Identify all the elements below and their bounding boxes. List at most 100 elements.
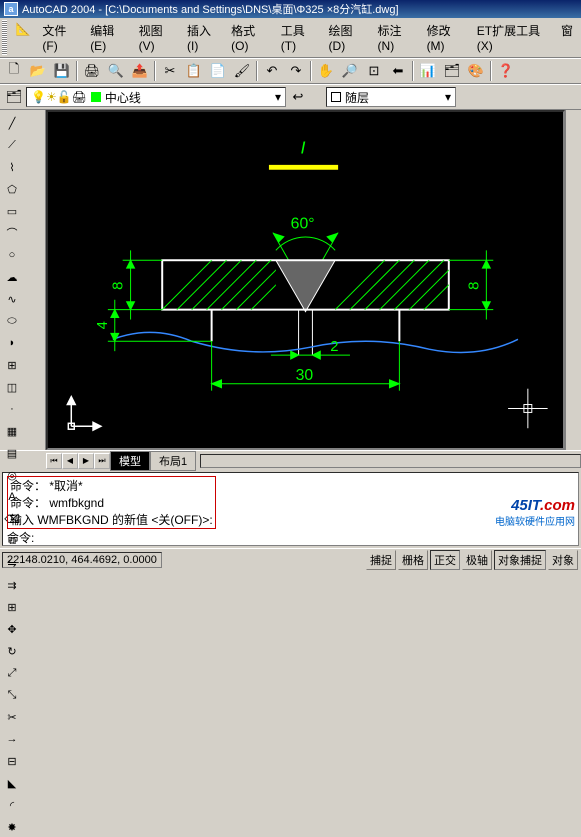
layer-prev-icon[interactable]: ↩ [287, 86, 309, 108]
stretch-icon[interactable]: ⤡ [2, 685, 22, 705]
dim-4: 4 [95, 321, 111, 329]
menu-window[interactable]: 窗 [555, 20, 579, 55]
lock-icon: 🔓 [57, 90, 72, 104]
fillet-icon[interactable]: ◜ [2, 795, 22, 815]
menu-file[interactable]: 文件(F) [36, 20, 84, 55]
zoom-prev-icon[interactable]: ⬅ [387, 60, 409, 82]
app-menu-icon[interactable]: 📐 [9, 20, 36, 55]
tab-layout1[interactable]: 布局1 [150, 451, 196, 471]
layer-dropdown[interactable]: 💡 ☀ 🔓 🖨 中心线 ▾ [26, 87, 286, 107]
sun-icon: ☀ [46, 90, 57, 104]
insert-icon[interactable]: ⊞ [2, 355, 22, 375]
chevron-down-icon[interactable]: ▾ [275, 90, 281, 104]
circle-icon[interactable]: ○ [2, 245, 22, 265]
line-icon[interactable]: ╱ [2, 113, 22, 133]
undo-icon[interactable]: ↶ [261, 60, 283, 82]
pline-icon[interactable]: ⌇ [2, 157, 22, 177]
rect-icon[interactable]: ▭ [2, 201, 22, 221]
arc-icon[interactable]: ⌒ [2, 223, 22, 243]
offset-icon[interactable]: ⇉ [2, 575, 22, 595]
redo-icon[interactable]: ↷ [285, 60, 307, 82]
status-bar: 22148.0210, 464.4692, 0.0000 捕捉 栅格 正交 极轴… [0, 548, 581, 570]
tab-prev-icon[interactable]: ◀ [62, 453, 78, 469]
zoom-win-icon[interactable]: ⊡ [363, 60, 385, 82]
ortho-toggle[interactable]: 正交 [430, 550, 460, 570]
drawing-area[interactable]: I 60° [46, 110, 565, 450]
gradient-icon[interactable]: ▤ [2, 443, 22, 463]
properties-icon[interactable]: 📊 [417, 60, 439, 82]
coordinates-display[interactable]: 22148.0210, 464.4692, 0.0000 [2, 552, 162, 568]
break-icon[interactable]: ⊟ [2, 751, 22, 771]
explode-icon[interactable]: ✸ [2, 817, 22, 837]
cmd-line-1: 命令： *取消* [10, 477, 213, 494]
horizontal-scrollbar[interactable] [200, 454, 581, 468]
menu-format[interactable]: 格式(O) [225, 20, 275, 55]
grid-toggle[interactable]: 栅格 [398, 550, 428, 570]
open-icon[interactable]: 📂 [27, 60, 49, 82]
match-icon[interactable]: 🖌 [231, 60, 253, 82]
ellipse-icon[interactable]: ⬭ [2, 311, 22, 331]
spline-icon[interactable]: ∿ [2, 289, 22, 309]
polygon-icon[interactable]: ⬠ [2, 179, 22, 199]
menu-tools[interactable]: 工具(T) [275, 20, 323, 55]
chamfer-icon[interactable]: ◣ [2, 773, 22, 793]
tab-layout1-label: 布局1 [159, 456, 187, 468]
separator [76, 61, 78, 81]
menu-insert[interactable]: 插入(I) [181, 20, 225, 55]
xline-icon[interactable]: ⟋ [2, 135, 22, 155]
save-icon[interactable]: 💾 [51, 60, 73, 82]
paste-icon[interactable]: 📄 [207, 60, 229, 82]
title-bar: a AutoCAD 2004 - [C:\Documents and Setti… [0, 0, 581, 18]
layer-mgr-icon[interactable]: 🗂 [3, 86, 25, 108]
menu-edit[interactable]: 编辑(E) [84, 20, 132, 55]
menu-dim[interactable]: 标注(N) [372, 20, 421, 55]
point-icon[interactable]: · [2, 399, 22, 419]
otrack-toggle[interactable]: 对象 [548, 550, 578, 570]
new-icon[interactable]: 🗋 [3, 60, 25, 82]
cut-icon[interactable]: ✂ [159, 60, 181, 82]
menu-view[interactable]: 视图(V) [133, 20, 181, 55]
tab-last-icon[interactable]: ⏭ [94, 453, 110, 469]
command-line[interactable]: 命令： *取消* 命令： wmfbkgnd 输入 WMFBKGND 的新值 <关… [2, 472, 579, 546]
rotate-icon[interactable]: ↻ [2, 641, 22, 661]
preview-icon[interactable]: 🔍 [105, 60, 127, 82]
print-icon[interactable]: 🖨 [81, 60, 103, 82]
zoom-rt-icon[interactable]: 🔎 [339, 60, 361, 82]
trim-icon[interactable]: ✂ [2, 707, 22, 727]
revcloud-icon[interactable]: ☁ [2, 267, 22, 287]
separator [412, 61, 414, 81]
menu-draw[interactable]: 绘图(D) [323, 20, 372, 55]
tab-model[interactable]: 模型 [110, 451, 150, 471]
toolpal-icon[interactable]: 🎨 [465, 60, 487, 82]
array-icon[interactable]: ⊞ [2, 597, 22, 617]
polar-toggle[interactable]: 极轴 [462, 550, 492, 570]
chevron-down-icon[interactable]: ▾ [445, 90, 451, 104]
publish-icon[interactable]: 📤 [129, 60, 151, 82]
color-swatch [331, 92, 341, 102]
move-icon[interactable]: ✥ [2, 619, 22, 639]
dcenter-icon[interactable]: 🗂 [441, 60, 463, 82]
extend-icon[interactable]: → [2, 729, 22, 749]
scale-icon[interactable]: ⤢ [2, 663, 22, 683]
section-label: I [301, 138, 306, 158]
hatch-icon[interactable]: ▦ [2, 421, 22, 441]
lightbulb-icon: 💡 [31, 90, 46, 104]
osnap-toggle[interactable]: 对象捕捉 [494, 550, 546, 570]
tab-next-icon[interactable]: ▶ [78, 453, 94, 469]
menu-modify[interactable]: 修改(M) [421, 20, 471, 55]
menu-grip[interactable] [2, 20, 7, 55]
copy-icon[interactable]: 📋 [183, 60, 205, 82]
ellipsearc-icon[interactable]: ◗ [2, 333, 22, 353]
menu-ettools[interactable]: ET扩展工具(X) [471, 20, 555, 55]
snap-toggle[interactable]: 捕捉 [366, 550, 396, 570]
block-icon[interactable]: ◫ [2, 377, 22, 397]
tab-first-icon[interactable]: ⏮ [46, 453, 62, 469]
help-icon[interactable]: ❓ [495, 60, 517, 82]
pan-icon[interactable]: ✋ [315, 60, 337, 82]
vertical-scrollbar[interactable] [565, 110, 581, 450]
color-dropdown[interactable]: 随层 ▾ [326, 87, 456, 107]
layer-toolbar: 🗂 💡 ☀ 🔓 🖨 中心线 ▾ ↩ 随层 ▾ [0, 84, 581, 110]
menu-bar: 📐 文件(F) 编辑(E) 视图(V) 插入(I) 格式(O) 工具(T) 绘图… [0, 18, 581, 58]
dim-30: 30 [296, 367, 314, 384]
separator [310, 61, 312, 81]
